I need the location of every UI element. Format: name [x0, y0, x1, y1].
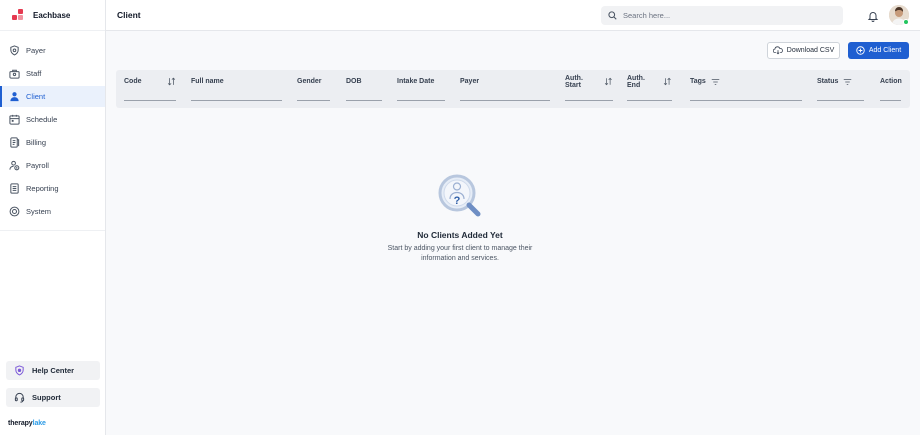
notification-bell-icon[interactable]	[867, 9, 879, 22]
table-header: Code Full name Gender DOB Intake Date Pa…	[116, 70, 910, 108]
column-auth-start[interactable]: Auth. Start	[565, 75, 613, 101]
column-tags[interactable]: Tags	[690, 77, 802, 101]
search-input[interactable]	[623, 11, 823, 20]
payroll-icon	[9, 160, 20, 171]
column-gender[interactable]: Gender	[297, 77, 330, 101]
sidebar-item-billing[interactable]: Billing	[0, 132, 105, 153]
sort-icon[interactable]	[663, 77, 672, 86]
help-center-label: Help Center	[32, 366, 75, 375]
column-dob[interactable]: DOB	[346, 77, 382, 101]
column-action: Action	[880, 77, 902, 101]
sidebar: Eachbase Payer Staff Client Schedule Bil…	[0, 0, 106, 435]
sidebar-item-schedule[interactable]: Schedule	[0, 109, 105, 130]
support-button[interactable]: Support	[6, 388, 100, 407]
sidebar-item-reporting[interactable]: Reporting	[0, 178, 105, 199]
add-client-button[interactable]: Add Client	[848, 42, 909, 59]
support-label: Support	[32, 393, 61, 402]
sidebar-item-label: Payer	[26, 46, 46, 55]
user-icon	[9, 91, 20, 102]
sidebar-item-client[interactable]: Client	[0, 86, 105, 107]
empty-state-text: Start by adding your first client to man…	[387, 245, 533, 262]
empty-state-title: No Clients Added Yet	[417, 230, 503, 240]
download-csv-button[interactable]: Download CSV	[767, 42, 840, 59]
sidebar-item-label: Schedule	[26, 115, 58, 124]
cloud-download-icon	[772, 46, 783, 55]
sidebar-item-label: Payroll	[26, 161, 49, 170]
sidebar-item-payer[interactable]: Payer	[0, 40, 105, 61]
empty-state-magnifier-icon: ?	[436, 172, 484, 220]
calendar-icon	[9, 114, 20, 125]
column-payer[interactable]: Payer	[460, 77, 550, 101]
top-header: Client	[106, 0, 920, 31]
filter-icon[interactable]	[843, 78, 852, 86]
search-box[interactable]	[601, 6, 843, 25]
add-client-label: Add Client	[868, 47, 902, 54]
sort-icon[interactable]	[604, 77, 613, 86]
system-icon	[9, 206, 20, 217]
sidebar-item-label: Billing	[26, 138, 47, 147]
billing-icon	[9, 137, 20, 148]
plus-circle-icon	[856, 46, 865, 55]
sidebar-item-staff[interactable]: Staff	[0, 63, 105, 84]
brand-logo-icon	[12, 9, 24, 21]
report-icon	[9, 183, 20, 194]
help-icon	[14, 365, 25, 376]
sidebar-item-label: Staff	[26, 69, 42, 78]
column-status[interactable]: Status	[817, 77, 864, 101]
headset-icon	[14, 392, 25, 403]
column-full-name[interactable]: Full name	[191, 77, 282, 101]
online-status-dot	[903, 19, 909, 25]
sort-icon[interactable]	[167, 77, 176, 86]
brand[interactable]: Eachbase	[0, 0, 105, 31]
brand-name: Eachbase	[33, 10, 71, 20]
page-title: Client	[117, 10, 141, 20]
download-csv-label: Download CSV	[786, 47, 835, 54]
sidebar-item-payroll[interactable]: Payroll	[0, 155, 105, 176]
sidebar-item-label: Client	[26, 92, 46, 101]
sidebar-nav: Payer Staff Client Schedule Billing Payr…	[0, 31, 105, 231]
column-auth-end[interactable]: Auth. End	[627, 75, 672, 101]
column-intake-date[interactable]: Intake Date	[397, 77, 445, 101]
sidebar-item-label: Reporting	[26, 184, 59, 193]
shield-icon	[9, 45, 20, 56]
therapylake-logo: therapylake	[8, 420, 46, 427]
filter-icon[interactable]	[711, 78, 720, 86]
search-icon	[608, 11, 617, 20]
sidebar-item-system[interactable]: System	[0, 201, 105, 222]
staff-icon	[9, 68, 20, 79]
column-code[interactable]: Code	[124, 77, 176, 101]
help-center-button[interactable]: Help Center	[6, 361, 100, 380]
sidebar-item-label: System	[26, 207, 52, 216]
svg-text:?: ?	[454, 195, 461, 207]
